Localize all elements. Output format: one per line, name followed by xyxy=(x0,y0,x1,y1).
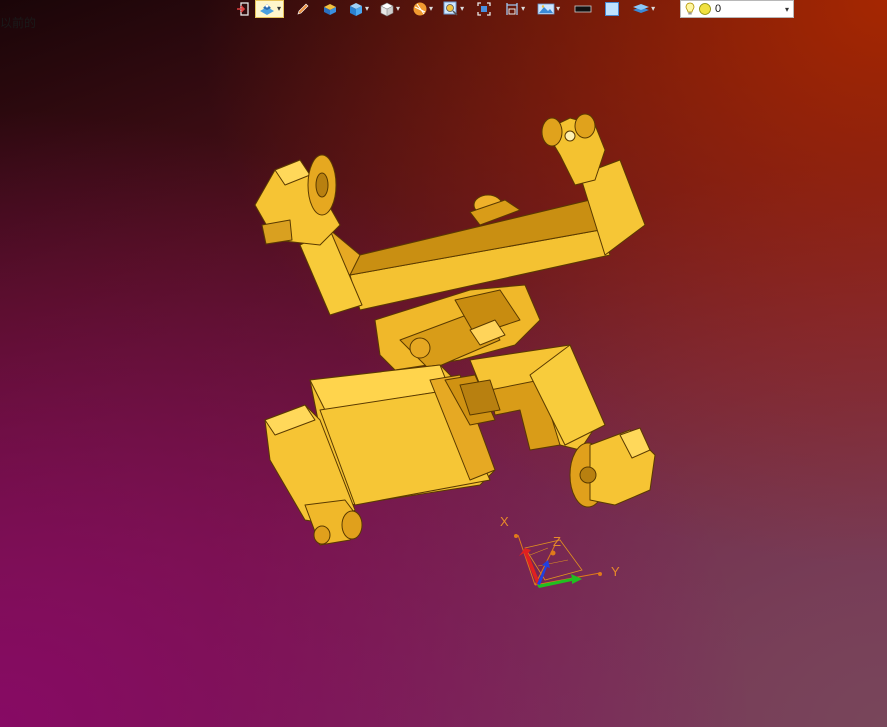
top-right-motor[interactable] xyxy=(541,113,606,186)
coordinate-triad: X Z Y xyxy=(500,514,620,588)
z-axis-label: Z xyxy=(553,534,561,549)
y-axis-label: Y xyxy=(611,564,620,579)
top-left-motor[interactable] xyxy=(254,154,341,246)
x-axis-label: X xyxy=(500,514,509,529)
z-axis-arrow xyxy=(537,560,550,585)
assembly-model[interactable] xyxy=(254,113,656,546)
model-viewport[interactable]: X Z Y xyxy=(0,0,887,727)
